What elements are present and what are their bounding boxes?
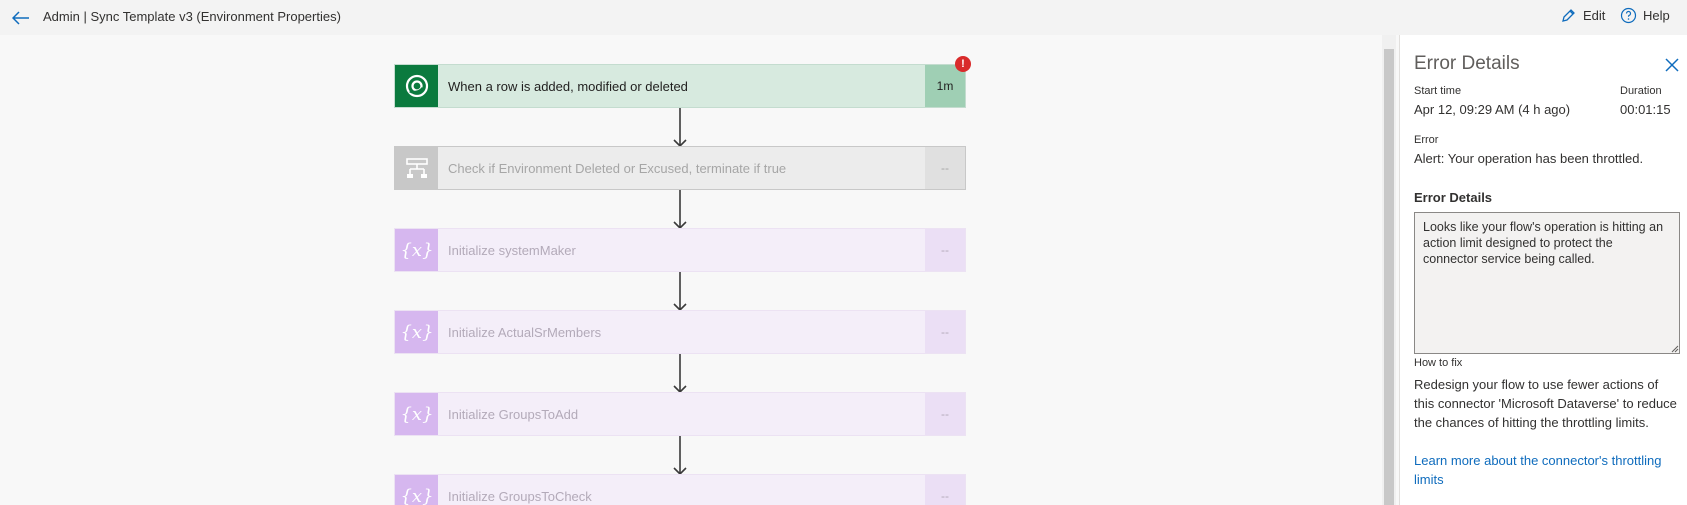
error-value: Alert: Your operation has been throttled…	[1414, 151, 1644, 166]
svg-text:{x}: {x}	[402, 240, 432, 261]
step-label: When a row is added, modified or deleted	[438, 65, 925, 107]
step-duration: --	[925, 229, 965, 271]
arrow-left-icon	[12, 11, 29, 25]
help-button[interactable]: Help	[1620, 7, 1670, 24]
step-label: Initialize ActualSrMembers	[438, 311, 925, 353]
help-label: Help	[1643, 8, 1670, 23]
start-time-label: Start time	[1414, 85, 1462, 97]
step-duration: --	[925, 147, 965, 189]
duration-label: Duration	[1620, 85, 1662, 97]
start-time-value: Apr 12, 09:29 AM (4 h ago)	[1414, 102, 1571, 117]
svg-text:{x}: {x}	[402, 322, 432, 343]
step-label: Initialize GroupsToAdd	[438, 393, 925, 435]
error-details-panel: Error Details Start time Apr 12, 09:29 A…	[1399, 35, 1687, 505]
canvas-scrollbar[interactable]	[1382, 35, 1396, 505]
step-duration: --	[925, 475, 965, 505]
panel-title: Error Details	[1414, 53, 1520, 74]
edit-label: Edit	[1583, 8, 1606, 23]
pencil-icon	[1562, 9, 1575, 22]
variable-icon: {x}	[395, 311, 438, 353]
flow-step-variable[interactable]: {x} Initialize GroupsToCheck --	[394, 474, 966, 505]
learn-more-link[interactable]: Learn more about the connector's throttl…	[1414, 451, 1682, 489]
flow-step-variable[interactable]: {x} Initialize systemMaker --	[394, 228, 966, 272]
resize-grip-icon[interactable]	[1669, 343, 1679, 353]
scrollbar-thumb[interactable]	[1384, 49, 1394, 505]
step-duration: --	[925, 393, 965, 435]
variable-icon: {x}	[395, 229, 438, 271]
step-label: Initialize GroupsToCheck	[438, 475, 925, 505]
connector-arrow	[673, 354, 687, 394]
error-badge: !	[955, 56, 971, 72]
error-label: Error	[1414, 134, 1439, 146]
how-to-fix-label: How to fix	[1414, 357, 1463, 369]
condition-icon	[395, 147, 438, 189]
how-to-fix-text: Redesign your flow to use fewer actions …	[1414, 377, 1677, 430]
step-duration: --	[925, 311, 965, 353]
connector-arrow	[673, 436, 687, 476]
variable-icon: {x}	[395, 393, 438, 435]
flow-step-condition[interactable]: Check if Environment Deleted or Excused,…	[394, 146, 966, 190]
help-icon	[1620, 7, 1637, 24]
flow-step-variable[interactable]: {x} Initialize ActualSrMembers --	[394, 310, 966, 354]
top-bar: Admin | Sync Template v3 (Environment Pr…	[0, 0, 1687, 35]
error-details-heading: Error Details	[1414, 190, 1493, 205]
variable-icon: {x}	[395, 475, 438, 505]
step-label: Initialize systemMaker	[438, 229, 925, 271]
edit-button[interactable]: Edit	[1560, 7, 1605, 24]
svg-text:{x}: {x}	[402, 404, 432, 425]
connector-arrow	[673, 108, 687, 148]
dataverse-icon	[395, 65, 438, 107]
flow-step-variable[interactable]: {x} Initialize GroupsToAdd --	[394, 392, 966, 436]
svg-text:{x}: {x}	[402, 486, 432, 505]
flow-step-trigger[interactable]: When a row is added, modified or deleted…	[394, 64, 966, 108]
step-label: Check if Environment Deleted or Excused,…	[438, 147, 925, 189]
connector-arrow	[673, 272, 687, 312]
back-button[interactable]	[10, 7, 32, 29]
flow-canvas: When a row is added, modified or deleted…	[0, 35, 1380, 505]
page-title: Admin | Sync Template v3 (Environment Pr…	[43, 9, 341, 24]
error-details-textarea[interactable]: Looks like your flow's operation is hitt…	[1414, 212, 1680, 354]
connector-arrow	[673, 190, 687, 230]
close-icon[interactable]	[1664, 57, 1680, 73]
duration-value: 00:01:15	[1620, 102, 1671, 117]
